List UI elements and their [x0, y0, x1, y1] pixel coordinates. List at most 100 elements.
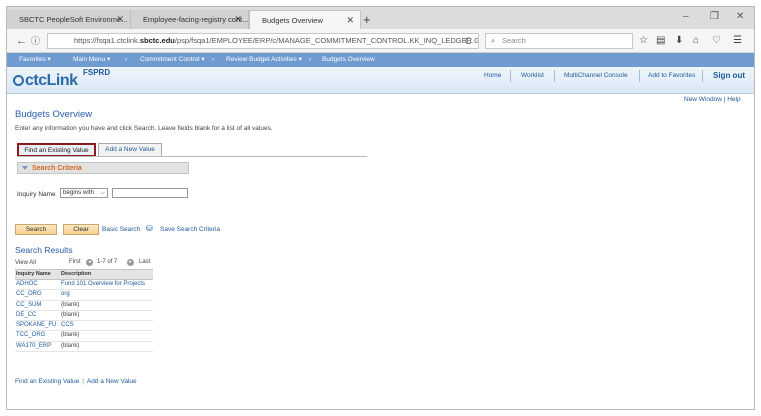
url-path: /psp/fsqa1/EMPLOYEE/ERP/c/MANAGE_COMMITM…: [174, 36, 479, 45]
ctclink-logo: ctcLink: [13, 72, 78, 90]
close-icon[interactable]: ✕: [116, 10, 124, 29]
url-prefix: https://fsqa1.ctclink.: [74, 36, 140, 45]
save-search-icon[interactable]: ⛁: [146, 224, 153, 233]
description-cell[interactable]: (blank): [61, 301, 153, 310]
column-header-description[interactable]: Description: [61, 270, 91, 279]
tab-title: Budgets Overview: [262, 16, 323, 25]
divider: |: [82, 378, 84, 385]
menu-commitment-control[interactable]: Commitment Control ▾: [140, 53, 205, 67]
close-window-icon[interactable]: ✕: [736, 11, 744, 22]
ps-header: ctcLink FSPRD Home Worklist MultiChannel…: [7, 67, 754, 94]
url-domain: sbctc.edu: [139, 36, 175, 45]
clear-button[interactable]: Clear: [63, 224, 99, 235]
menu-icon[interactable]: ☰: [733, 34, 742, 48]
bookmark-star-icon[interactable]: ☆: [639, 34, 648, 48]
close-icon[interactable]: ✕: [234, 10, 242, 29]
divider: [639, 70, 640, 82]
pager-last[interactable]: Last: [139, 259, 150, 265]
back-icon[interactable]: ←: [16, 34, 27, 48]
table-row[interactable]: DE_CC (blank): [15, 311, 153, 322]
chevron-down-icon: ⌵: [100, 190, 105, 196]
description-cell[interactable]: (blank): [61, 331, 153, 340]
table-row[interactable]: CC_SUM (blank): [15, 301, 153, 311]
browser-tab-registry[interactable]: Employee-facing-registry cont... ✕: [131, 10, 249, 29]
column-header-inquiry-name[interactable]: Inquiry Name: [16, 270, 51, 279]
divider: [702, 70, 703, 82]
restore-icon[interactable]: ❐: [710, 11, 719, 22]
search-criteria-header[interactable]: Search Criteria: [17, 162, 189, 174]
description-cell[interactable]: Fund 101 Overview for Projects: [61, 280, 153, 289]
tab-add-new-value[interactable]: Add a New Value: [98, 143, 162, 157]
operator-value: begins with: [63, 189, 94, 196]
menu-budgets-overview[interactable]: Budgets Overview: [322, 53, 375, 67]
save-search-criteria-link[interactable]: Save Search Criteria: [160, 226, 220, 233]
download-icon[interactable]: ⬇: [675, 34, 683, 48]
tab-find-existing-value[interactable]: Find an Existing Value: [17, 143, 96, 157]
instructions-text: Enter any information you have and click…: [15, 125, 273, 132]
menu-review-budget-activities[interactable]: Review Budget Activities ▾: [226, 53, 302, 67]
operator-select[interactable]: begins with ⌵: [60, 188, 108, 198]
description-cell[interactable]: (blank): [61, 311, 153, 320]
menu-main-menu[interactable]: Main Menu ▾: [73, 53, 110, 67]
pager-range: 1-7 of 7: [97, 259, 118, 265]
pocket-icon[interactable]: ♡: [712, 34, 721, 48]
bottom-add-new-link[interactable]: Add a New Value: [87, 378, 137, 385]
description-cell[interactable]: org: [61, 290, 153, 299]
description-cell[interactable]: CCS: [61, 321, 153, 330]
inquiry-name-cell[interactable]: SPOKANE_FU: [16, 321, 60, 330]
search-criteria-label: Search Criteria: [32, 165, 82, 172]
url-bar[interactable]: https://fsqa1.ctclink.sbctc.edu/psp/fsqa…: [47, 33, 479, 49]
environment-label: FSPRD: [83, 68, 111, 77]
menu-favorites[interactable]: Favorites ▾: [19, 53, 51, 67]
minimize-icon[interactable]: –: [683, 11, 689, 22]
divider: [17, 156, 367, 157]
logo-text: ctcLink: [25, 72, 78, 89]
header-link-add-favorites[interactable]: Add to Favorites: [648, 72, 695, 79]
reload-icon[interactable]: C: [465, 34, 472, 48]
search-icon: ⌕: [491, 36, 496, 45]
table-row[interactable]: WA170_ERP (blank): [15, 342, 153, 353]
home-icon[interactable]: ⌂: [693, 34, 699, 48]
search-results-title: Search Results: [15, 245, 73, 255]
table-row[interactable]: TCC_ORG (blank): [15, 331, 153, 342]
header-link-multichannel[interactable]: MultiChannel Console: [564, 72, 628, 79]
new-window-help-links[interactable]: New Window | Help: [684, 96, 741, 103]
ps-menu-bar: Favorites ▾ Main Menu ▾ › Commitment Con…: [7, 53, 754, 67]
browser-tab-peoplesoft[interactable]: SBCTC PeopleSoft Environme... ✕: [7, 10, 131, 29]
inquiry-name-label: Inquiry Name: [17, 191, 56, 198]
tab-title: SBCTC PeopleSoft Environme...: [19, 15, 128, 24]
header-link-worklist[interactable]: Worklist: [521, 72, 544, 79]
reading-list-icon[interactable]: ▤: [656, 34, 665, 48]
breadcrumb-separator: ›: [125, 56, 128, 63]
collapse-triangle-icon[interactable]: [22, 166, 28, 170]
inquiry-name-cell[interactable]: DE_CC: [16, 311, 60, 320]
inquiry-name-input[interactable]: [112, 188, 188, 198]
pager-first[interactable]: First: [69, 259, 81, 265]
close-icon[interactable]: ✕: [346, 11, 354, 29]
browser-tab-budgets[interactable]: Budgets Overview ✕: [249, 10, 361, 29]
table-row[interactable]: ADHOC Fund 101 Overview for Projects: [15, 280, 153, 291]
prev-arrow-icon[interactable]: ◂: [86, 259, 93, 266]
inquiry-name-cell[interactable]: CC_ORG: [16, 290, 60, 299]
divider: [510, 70, 511, 82]
inquiry-name-cell[interactable]: CC_SUM: [16, 301, 60, 310]
next-arrow-icon[interactable]: ▸: [127, 259, 134, 266]
table-row[interactable]: SPOKANE_FU CCS: [15, 321, 153, 332]
sign-out-link[interactable]: Sign out: [713, 71, 745, 80]
page-title: Budgets Overview: [15, 109, 93, 120]
new-tab-button[interactable]: +: [363, 10, 371, 29]
header-link-home[interactable]: Home: [484, 72, 501, 79]
browser-window: SBCTC PeopleSoft Environme... ✕ Employee…: [6, 6, 755, 410]
search-input[interactable]: ⌕ Search: [485, 33, 633, 49]
description-cell[interactable]: (blank): [61, 342, 153, 351]
info-icon[interactable]: ⓘ: [31, 34, 40, 48]
bottom-find-existing-link[interactable]: Find an Existing Value: [15, 378, 79, 385]
view-all-link[interactable]: View All: [15, 260, 36, 266]
inquiry-name-cell[interactable]: ADHOC: [16, 280, 60, 289]
inquiry-name-cell[interactable]: WA170_ERP: [16, 342, 60, 351]
bottom-links: Find an Existing Value | Add a New Value: [15, 378, 137, 385]
basic-search-link[interactable]: Basic Search: [102, 226, 140, 233]
table-row[interactable]: CC_ORG org: [15, 290, 153, 301]
search-button[interactable]: Search: [15, 224, 57, 235]
inquiry-name-cell[interactable]: TCC_ORG: [16, 331, 60, 340]
